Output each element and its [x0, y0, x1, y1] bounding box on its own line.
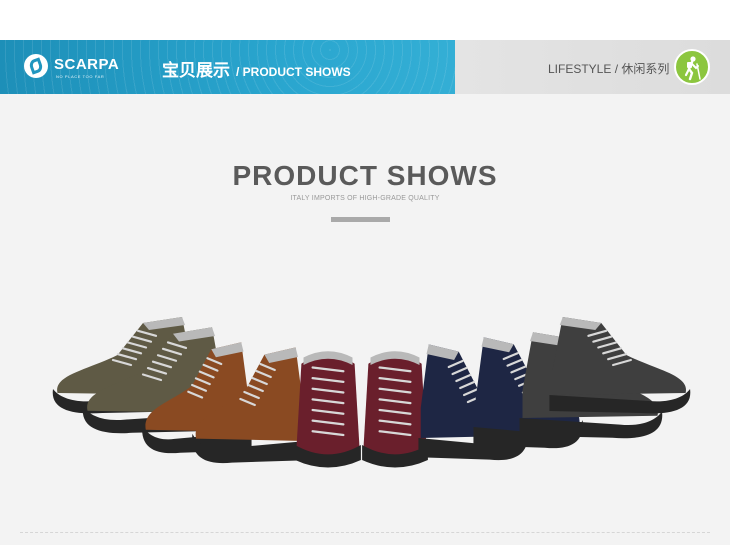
header-banner: SCARPA NO PLACE TOO FAR 宝贝展示 / PRODUCT SH…	[0, 40, 730, 94]
product-image	[0, 300, 730, 480]
banner-title-cn: 宝贝展示	[162, 61, 230, 80]
brand-name: SCARPA	[54, 56, 120, 73]
brand-logo[interactable]: SCARPA NO PLACE TOO FAR	[24, 54, 154, 82]
section-subtitle: ITALY IMPORTS OF HIGH-GRADE QUALITY	[290, 195, 440, 202]
banner-title: 宝贝展示 / PRODUCT SHOWS	[162, 56, 351, 81]
shoe-burgundy-left	[295, 351, 361, 468]
hiker-icon	[674, 49, 710, 85]
section-title: PRODUCT SHOWS	[232, 160, 498, 191]
banner-title-en: / PRODUCT SHOWS	[236, 65, 351, 79]
bottom-divider	[20, 532, 710, 533]
section-divider	[331, 217, 390, 222]
brand-tagline: NO PLACE TOO FAR	[56, 74, 105, 79]
top-spacer	[0, 0, 730, 40]
shoe-burgundy-right	[362, 351, 428, 468]
category-label: LIFESTYLE / 休闲系列	[548, 62, 670, 76]
brand-mark-icon	[24, 54, 48, 78]
